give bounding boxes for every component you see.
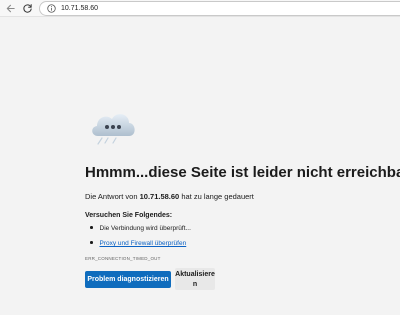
address-bar[interactable]: 10.71.58.60 (39, 1, 400, 16)
reload-button[interactable] (21, 2, 34, 15)
browser-toolbar: 10.71.58.60 (0, 0, 400, 17)
suggestion-text: Die Verbindung wird überprüft... (99, 225, 191, 232)
reload-page-button[interactable]: Aktualisieren (175, 268, 215, 290)
back-button[interactable] (4, 2, 17, 15)
bullet-dot (90, 241, 93, 244)
suggestion-item: Die Verbindung wird überprüft... (90, 224, 191, 233)
error-title: Hmmm...diese Seite ist leider nicht erre… (85, 164, 400, 181)
error-host: 10.71.58.60 (139, 192, 180, 201)
proxy-firewall-link[interactable]: Proxy und Firewall überprüfen (100, 240, 187, 247)
info-icon[interactable] (47, 4, 56, 13)
error-code: ERR_CONNECTION_TIMED_OUT (85, 256, 161, 261)
arrow-left-icon (6, 4, 15, 13)
cloud-error-icon (92, 114, 135, 145)
url-text[interactable]: 10.71.58.60 (61, 3, 98, 14)
desc-suffix: hat zu lange gedauert (179, 192, 254, 201)
suggestions-heading: Versuchen Sie Folgendes: (85, 212, 173, 219)
bullet-dot (90, 226, 93, 229)
desc-prefix: Die Antwort von (85, 192, 140, 201)
reload-icon (23, 4, 32, 13)
error-description: Die Antwort von 10.71.58.60 hat zu lange… (85, 192, 254, 202)
diagnose-button[interactable]: Problem diagnostizieren (85, 271, 171, 288)
suggestion-item: Proxy und Firewall überprüfen (90, 239, 186, 248)
